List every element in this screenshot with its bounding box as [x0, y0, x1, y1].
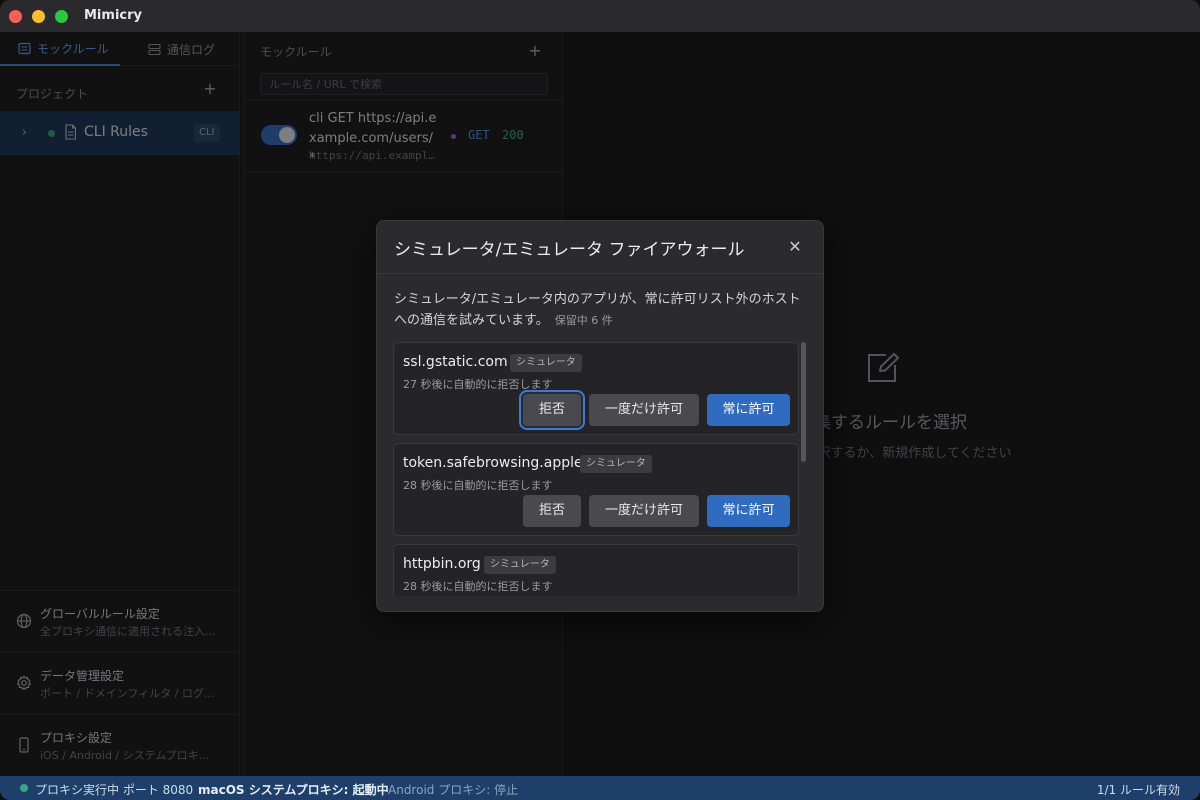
app-title: Mimicry [84, 8, 142, 23]
request-host: token.safebrowsing.apple [403, 455, 583, 471]
android-proxy-status[interactable]: Android プロキシ: 停止 [388, 781, 518, 798]
request-list-scrollbar[interactable] [801, 342, 807, 596]
source-tag: シミュレータ [484, 556, 556, 574]
request-card: token.safebrowsing.apple シミュレータ 28 秒後に自動… [393, 443, 799, 536]
auto-deny-countdown: 28 秒後に自動的に拒否します [403, 479, 553, 492]
dialog-title: シミュレータ/エミュレータ ファイアウォール [394, 240, 745, 260]
auto-deny-countdown: 28 秒後に自動的に拒否します [403, 580, 553, 593]
proxy-running-dot [20, 784, 28, 792]
dialog-description: シミュレータ/エミュレータ内のアプリが、常に許可リスト外のホストへの通信を試みて… [394, 289, 808, 331]
title-bar: Mimicry [0, 0, 1200, 32]
scrollbar-thumb[interactable] [801, 342, 806, 462]
app-window: Mimicry モックルール 通信ログ プロジェクト + › CLI Rules… [0, 0, 1200, 800]
zoom-window-button[interactable] [55, 10, 68, 23]
allow-always-button[interactable]: 常に許可 [707, 394, 790, 426]
request-host: ssl.gstatic.com [403, 354, 508, 370]
status-bar: プロキシ実行中 ポート 8080 macOS システムプロキシ: 起動中 And… [0, 776, 1200, 800]
minimize-window-button[interactable] [32, 10, 45, 23]
source-tag: シミュレータ [580, 455, 652, 473]
proxy-status: プロキシ実行中 ポート 8080 [35, 783, 194, 797]
deny-button[interactable]: 拒否 [523, 495, 581, 527]
request-card: ssl.gstatic.com シミュレータ 27 秒後に自動的に拒否します 拒… [393, 342, 799, 435]
close-icon[interactable]: ✕ [785, 237, 805, 257]
firewall-dialog: シミュレータ/エミュレータ ファイアウォール ✕ シミュレータ/エミュレータ内の… [376, 220, 824, 612]
request-list[interactable]: ssl.gstatic.com シミュレータ 27 秒後に自動的に拒否します 拒… [393, 342, 815, 596]
active-rules-count: 1/1 ルール有効 [1096, 783, 1180, 797]
pending-count: 保留中 6 件 [554, 314, 613, 327]
allow-once-button[interactable]: 一度だけ許可 [589, 394, 699, 426]
allow-once-button[interactable]: 一度だけ許可 [589, 495, 699, 527]
divider [377, 273, 823, 274]
macos-proxy-status[interactable]: macOS システムプロキシ: 起動中 [198, 781, 389, 798]
auto-deny-countdown: 27 秒後に自動的に拒否します [403, 378, 553, 391]
request-card: httpbin.org シミュレータ 28 秒後に自動的に拒否します 拒否 一度… [393, 544, 799, 596]
request-host: httpbin.org [403, 556, 481, 572]
source-tag: シミュレータ [510, 354, 582, 372]
deny-button[interactable]: 拒否 [523, 394, 581, 426]
allow-always-button[interactable]: 常に許可 [707, 495, 790, 527]
close-window-button[interactable] [9, 10, 22, 23]
